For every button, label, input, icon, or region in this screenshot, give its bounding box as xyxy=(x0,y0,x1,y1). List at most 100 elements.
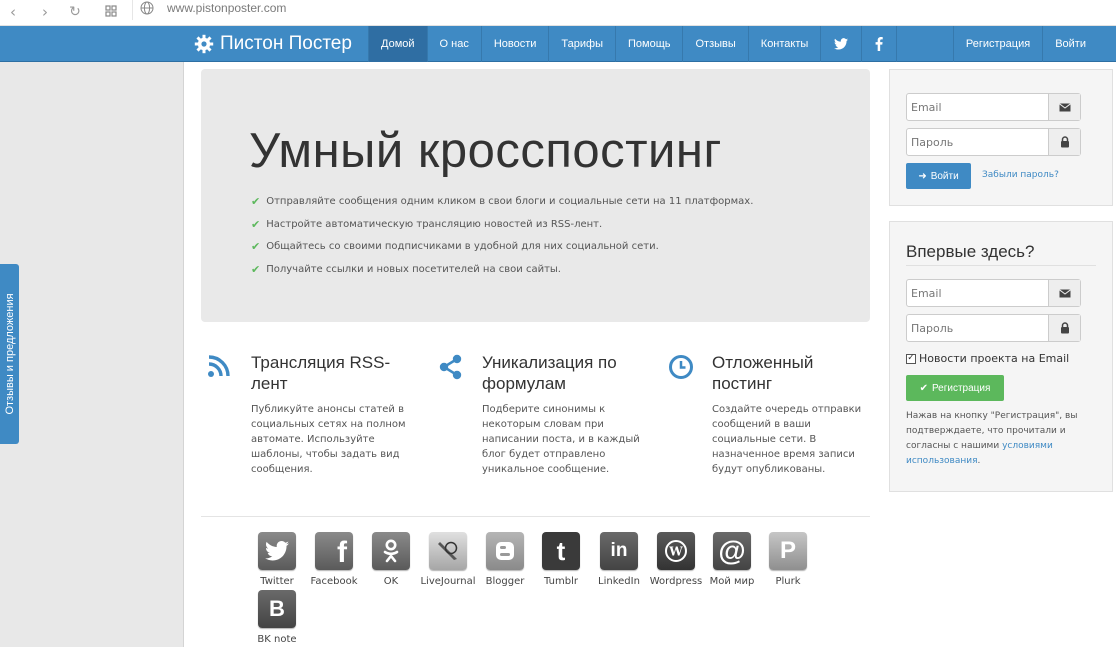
social-plurk[interactable]: P Plurk xyxy=(758,532,818,587)
envelope-icon xyxy=(1048,280,1080,306)
share-icon xyxy=(439,354,462,380)
social-blogger[interactable]: Blogger xyxy=(475,532,535,587)
twitter-icon[interactable] xyxy=(820,26,861,62)
nav-about[interactable]: О нас xyxy=(426,26,481,62)
social-label: OK xyxy=(383,576,399,587)
linkedin-icon: in xyxy=(600,532,638,570)
social-label: Twitter xyxy=(260,576,294,587)
feature-title: Трансляция RSS-лент xyxy=(251,353,391,393)
login-panel: ➜Войти Забыли пароль? xyxy=(889,69,1113,206)
register-email-field[interactable] xyxy=(906,279,1081,307)
newsletter-label: Новости проекта на Email xyxy=(919,352,1070,365)
social-label: Tumblr xyxy=(544,576,578,587)
reload-icon[interactable]: ↻ xyxy=(66,3,84,21)
livejournal-icon xyxy=(429,532,467,570)
register-password-field[interactable] xyxy=(906,314,1081,342)
hero-jumbotron: Умный кросспостинг ✔ Отправляйте сообщени… xyxy=(201,69,870,322)
login-password-input[interactable] xyxy=(907,129,1047,155)
list-item: ✔ Общайтесь со своими подписчиками в удоб… xyxy=(251,236,753,259)
heading-divider xyxy=(906,265,1096,266)
social-linkedin[interactable]: in LinkedIn xyxy=(589,532,649,587)
social-label: LiveJournal xyxy=(420,576,476,587)
check-icon: ✔ xyxy=(251,195,261,208)
newsletter-option: ✓ Новости проекта на Email xyxy=(906,352,1069,365)
list-item: ✔ Отправляйте сообщения одним кликом в св… xyxy=(251,191,753,214)
at-sign-icon: @ xyxy=(713,532,751,570)
ok-icon xyxy=(372,532,410,570)
nav-login[interactable]: Войти xyxy=(1042,26,1098,62)
check-icon: ✔ xyxy=(251,262,261,276)
apps-grid-icon[interactable] xyxy=(102,3,120,21)
facebook-icon[interactable] xyxy=(861,26,898,62)
feedback-tab[interactable]: Отзывы и предложения xyxy=(0,264,19,444)
check-icon: ✔ xyxy=(251,240,261,253)
hero-benefits-list: ✔ Отправляйте сообщения одним кликом в св… xyxy=(251,191,753,281)
register-panel: Впервые здесь? ✓ Новости проекта на Emai… xyxy=(889,221,1113,492)
login-email-field[interactable] xyxy=(906,93,1081,121)
terms-notice: Нажав на кнопку "Регистрация", вы подтве… xyxy=(906,411,1078,466)
social-label: LinkedIn xyxy=(598,576,640,587)
tumblr-icon: t xyxy=(542,532,580,570)
check-icon: ✔ xyxy=(251,217,261,231)
social-livejournal[interactable]: LiveJournal xyxy=(418,532,478,587)
nav-register[interactable]: Регистрация xyxy=(952,26,1042,62)
nav-home[interactable]: Домой xyxy=(368,26,427,62)
social-label: Plurk xyxy=(775,576,801,587)
wordpress-icon: W xyxy=(657,532,695,570)
hero-title: Умный кросспостинг xyxy=(249,124,722,178)
login-password-field[interactable] xyxy=(906,128,1081,156)
list-item: ✔ Настройте автоматическую трансляцию нов… xyxy=(251,214,753,237)
nav-reviews[interactable]: Отзывы xyxy=(682,26,747,62)
login-button[interactable]: ➜ Войти xyxy=(906,163,971,189)
social-moimir[interactable]: @ Мой мир xyxy=(702,532,762,587)
vk-note-icon: B xyxy=(258,590,296,628)
twitter-icon xyxy=(258,532,296,570)
social-twitter[interactable]: Twitter xyxy=(247,532,307,587)
social-label: Мой мир xyxy=(709,576,755,587)
check-icon: ✔ xyxy=(919,382,928,394)
main-navbar: Пистон Постер Домой О нас Новости Тарифы… xyxy=(0,26,1116,62)
brand-logo[interactable]: Пистон Постер xyxy=(194,26,352,62)
register-button[interactable]: ✔ Регистрация xyxy=(906,375,1004,401)
login-email-input[interactable] xyxy=(907,94,1047,120)
rss-icon xyxy=(208,355,230,377)
feature-title: Отложенный постинг xyxy=(712,353,814,393)
gear-icon xyxy=(194,34,214,54)
register-email-input[interactable] xyxy=(907,280,1047,306)
feature-text: Подберите синонимы к некоторым словам пр… xyxy=(482,404,640,475)
back-icon[interactable]: ‹ xyxy=(4,3,22,21)
social-label: Facebook xyxy=(310,576,358,587)
browser-toolbar: ‹ › ↻ www.pistonposter.com xyxy=(0,0,1116,26)
forward-icon[interactable]: › xyxy=(36,3,54,21)
address-bar[interactable]: www.pistonposter.com xyxy=(132,0,1116,20)
feedback-tab-label: Отзывы и предложения xyxy=(3,293,16,415)
blogger-icon xyxy=(486,532,524,570)
list-item: ✔ Получайте ссылки и новых посетителей на… xyxy=(251,259,753,282)
nav-contacts[interactable]: Контакты xyxy=(747,26,821,62)
brand-name: Пистон Постер xyxy=(220,33,352,54)
register-password-input[interactable] xyxy=(907,315,1047,341)
newsletter-checkbox[interactable]: ✓ xyxy=(906,353,916,364)
facebook-icon: f xyxy=(315,532,353,570)
feature-text: Создайте очередь отправки сообщений в ва… xyxy=(712,404,862,475)
social-label: Blogger xyxy=(485,576,525,587)
social-tumblr[interactable]: t Tumblr xyxy=(531,532,591,587)
nav-help[interactable]: Помощь xyxy=(614,26,683,62)
nav-news[interactable]: Новости xyxy=(480,26,549,62)
envelope-icon xyxy=(1048,94,1080,120)
lock-icon xyxy=(1048,129,1080,155)
forgot-password-link[interactable]: Забыли пароль? xyxy=(982,170,1059,180)
social-wordpress[interactable]: W Wordpress xyxy=(646,532,706,587)
left-gutter xyxy=(0,62,184,647)
social-facebook[interactable]: f Facebook xyxy=(304,532,364,587)
social-label: Wordpress xyxy=(649,576,703,587)
nav-pricing[interactable]: Тарифы xyxy=(548,26,615,62)
svg-text:W: W xyxy=(668,545,683,559)
social-label: BK note xyxy=(257,634,297,645)
social-ok[interactable]: OK xyxy=(361,532,421,587)
lock-icon xyxy=(1048,315,1080,341)
register-heading: Впервые здесь? xyxy=(906,242,1035,261)
feature-title: Уникализация по формулам xyxy=(482,353,617,393)
clock-icon xyxy=(669,355,693,379)
social-bk-note[interactable]: B BK note xyxy=(247,590,307,645)
